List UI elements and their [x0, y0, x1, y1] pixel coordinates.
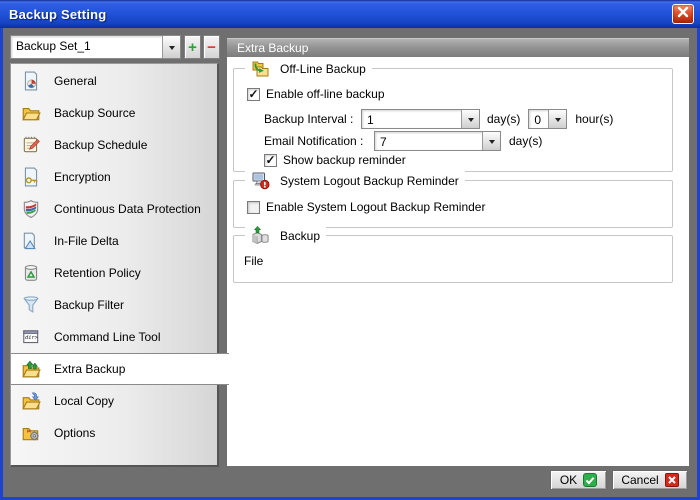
system-logout-legend: System Logout Backup Reminder — [245, 171, 465, 190]
sidebar-item-label: Backup Filter — [54, 298, 124, 312]
email-day-unit: day(s) — [509, 134, 542, 148]
sidebar-item-command-line-tool[interactable]: dir> Command Line Tool — [11, 321, 217, 353]
backup-schedule-icon — [21, 135, 41, 155]
sidebar-item-label: Options — [54, 426, 95, 440]
chevron-down-icon[interactable] — [548, 110, 566, 128]
sidebar-item-continuous-data-protection[interactable]: Continuous Data Protection — [11, 193, 217, 225]
sidebar-item-label: General — [54, 74, 97, 88]
content-body: Off-Line Backup Enable off-line backup B… — [227, 57, 689, 466]
sidebar-item-encryption[interactable]: Encryption — [11, 161, 217, 193]
backup-group: Backup File — [233, 235, 673, 283]
sidebar-item-label: Command Line Tool — [54, 330, 161, 344]
backup-interval-hours-select[interactable]: 0 — [528, 109, 567, 129]
offline-backup-group: Off-Line Backup Enable off-line backup B… — [233, 68, 673, 172]
show-backup-reminder-label: Show backup reminder — [283, 153, 406, 167]
sidebar-item-label: Local Copy — [54, 394, 114, 408]
command-line-tool-icon: dir> — [21, 327, 41, 347]
backup-setting-dialog: Backup Setting Backup Set_1 + − GeneralB… — [0, 0, 700, 500]
enable-offline-backup-label: Enable off-line backup — [266, 87, 385, 101]
backup-legend: Backup — [245, 226, 326, 245]
in-file-delta-icon — [21, 231, 41, 251]
sidebar-item-options[interactable]: Options — [11, 417, 217, 449]
add-backup-set-button[interactable]: + — [184, 35, 201, 59]
interval-day-unit: day(s) — [487, 112, 520, 126]
email-notification-days-select[interactable]: 7 — [374, 131, 501, 151]
close-button[interactable] — [672, 4, 694, 24]
sidebar-item-label: Backup Source — [54, 106, 135, 120]
enable-offline-backup-checkbox[interactable] — [247, 88, 260, 101]
sidebar-item-label: Retention Policy — [54, 266, 141, 280]
backup-type-value: File — [244, 254, 263, 268]
sidebar-item-in-file-delta[interactable]: In-File Delta — [11, 225, 217, 257]
content-header: Extra Backup — [227, 38, 689, 57]
sidebar-item-label: Encryption — [54, 170, 111, 184]
encryption-icon — [21, 167, 41, 187]
backup-filter-icon — [21, 295, 41, 315]
sidebar-item-backup-source[interactable]: Backup Source — [11, 97, 217, 129]
chevron-down-icon[interactable] — [482, 132, 500, 150]
sidebar-item-label: In-File Delta — [54, 234, 119, 248]
sidebar-item-backup-filter[interactable]: Backup Filter — [11, 289, 217, 321]
backup-type-icon — [251, 226, 270, 245]
title-bar[interactable]: Backup Setting — [0, 0, 700, 28]
system-logout-group: System Logout Backup Reminder Enable Sys… — [233, 180, 673, 228]
close-icon — [677, 5, 689, 23]
interval-hour-unit: hour(s) — [575, 112, 613, 126]
cancel-button[interactable]: Cancel — [612, 470, 688, 490]
general-icon — [21, 71, 41, 91]
sidebar-list: General Backup Source Backup Schedule Encry… — [10, 63, 219, 467]
retention-policy-icon — [21, 263, 41, 283]
backup-set-value: Backup Set_1 — [11, 36, 162, 58]
sidebar-item-label: Extra Backup — [54, 362, 125, 376]
show-backup-reminder-checkbox[interactable] — [264, 154, 277, 167]
email-notification-label: Email Notification : — [264, 134, 374, 148]
sidebar-item-label: Continuous Data Protection — [54, 202, 201, 216]
backup-source-icon — [21, 103, 41, 123]
backup-interval-label: Backup Interval : — [264, 112, 361, 126]
sidebar-item-extra-backup[interactable]: Extra Backup — [11, 353, 229, 385]
remove-backup-set-button[interactable]: − — [203, 35, 220, 59]
ok-button[interactable]: OK — [550, 470, 607, 490]
system-logout-title: System Logout Backup Reminder — [280, 174, 459, 188]
enable-system-logout-reminder-checkbox[interactable] — [247, 201, 260, 214]
sidebar-item-retention-policy[interactable]: Retention Policy — [11, 257, 217, 289]
sidebar-item-general[interactable]: General — [11, 65, 217, 97]
offline-backup-legend: Off-Line Backup — [245, 59, 372, 78]
backup-interval-days-select[interactable]: 1 — [361, 109, 480, 129]
offline-backup-icon — [251, 59, 270, 78]
options-icon — [21, 423, 41, 443]
backup-title: Backup — [280, 229, 320, 243]
sidebar-item-backup-schedule[interactable]: Backup Schedule — [11, 129, 217, 161]
svg-text:dir>: dir> — [25, 335, 38, 341]
extra-backup-icon — [21, 359, 41, 379]
sidebar-item-label: Backup Schedule — [54, 138, 147, 152]
cross-icon — [665, 473, 679, 487]
backup-set-select[interactable]: Backup Set_1 — [10, 35, 181, 59]
local-copy-icon — [21, 391, 41, 411]
enable-system-logout-reminder-label: Enable System Logout Backup Reminder — [266, 200, 485, 214]
continuous-data-protection-icon — [21, 199, 41, 219]
check-icon — [583, 473, 597, 487]
window-title: Backup Setting — [0, 7, 106, 22]
dialog-body: Backup Set_1 + − General Backup Source Bac… — [0, 28, 700, 500]
offline-backup-title: Off-Line Backup — [280, 62, 366, 76]
system-logout-icon — [251, 171, 270, 190]
content-panel: Extra Backup Off-Line Backup Enable off-… — [227, 38, 689, 466]
sidebar-item-local-copy[interactable]: Local Copy — [11, 385, 217, 417]
chevron-down-icon[interactable] — [162, 36, 180, 58]
chevron-down-icon[interactable] — [461, 110, 479, 128]
